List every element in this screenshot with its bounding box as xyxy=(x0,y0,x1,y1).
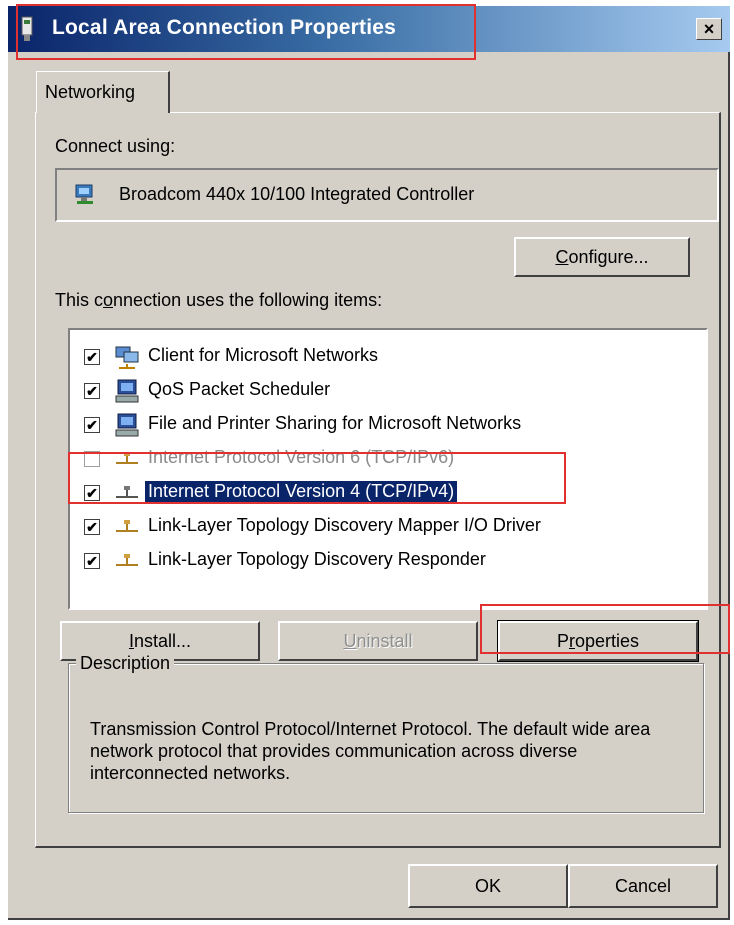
network-adapter-icon xyxy=(21,16,33,41)
protocol-icon xyxy=(116,452,138,464)
properties-button[interactable]: Properties xyxy=(497,620,699,662)
adapter-field: Broadcom 440x 10/100 Integrated Controll… xyxy=(55,168,719,222)
items-label: This connection uses the following items… xyxy=(55,290,383,310)
network-client-icon xyxy=(115,346,139,369)
close-button[interactable]: × xyxy=(696,18,722,40)
protocol-icon xyxy=(116,486,138,498)
title-bar[interactable]: Local Area Connection Properties × xyxy=(8,6,730,52)
adapter-name: Broadcom 440x 10/100 Integrated Controll… xyxy=(119,184,475,204)
network-adapter-icon xyxy=(75,184,93,204)
item-checkbox[interactable]: ✔ xyxy=(84,519,100,535)
computer-icon xyxy=(115,379,139,403)
item-checkbox[interactable]: ✔ xyxy=(84,383,100,399)
connect-using-label: Connect using: xyxy=(55,136,176,156)
description-text: Transmission Control Protocol/Internet P… xyxy=(90,719,651,783)
properties-dialog: Local Area Connection Properties × Netwo… xyxy=(8,6,730,920)
protocol-icon xyxy=(116,554,138,566)
item-checkbox[interactable]: ✔ xyxy=(84,485,100,501)
item-checkbox[interactable] xyxy=(84,451,100,467)
window-title: Local Area Connection Properties xyxy=(52,16,397,39)
item-checkbox[interactable]: ✔ xyxy=(84,349,100,365)
description-title: Description xyxy=(76,653,175,674)
computer-icon xyxy=(115,413,139,437)
item-label: File and Printer Sharing for Microsoft N… xyxy=(148,413,522,433)
item-label: Link-Layer Topology Discovery Mapper I/O… xyxy=(148,515,541,535)
item-label: Internet Protocol Version 6 (TCP/IPv6) xyxy=(148,447,455,467)
item-label: Link-Layer Topology Discovery Responder xyxy=(148,549,486,569)
uninstall-button[interactable]: Uninstall xyxy=(278,621,478,661)
cancel-button[interactable]: Cancel xyxy=(568,864,718,908)
ok-button[interactable]: OK xyxy=(408,864,568,908)
item-checkbox[interactable]: ✔ xyxy=(84,417,100,433)
item-checkbox[interactable]: ✔ xyxy=(84,553,100,569)
protocol-icon xyxy=(116,520,138,532)
item-label: QoS Packet Scheduler xyxy=(148,379,331,399)
item-label: Internet Protocol Version 4 (TCP/IPv4) xyxy=(145,481,458,502)
tab-networking[interactable]: Networking xyxy=(36,71,170,113)
items-list[interactable]: ✔ Client for Microsoft Networks ✔ QoS Pa… xyxy=(68,328,708,610)
item-label: Client for Microsoft Networks xyxy=(148,345,379,365)
configure-button[interactable]: Configure... xyxy=(514,237,690,277)
